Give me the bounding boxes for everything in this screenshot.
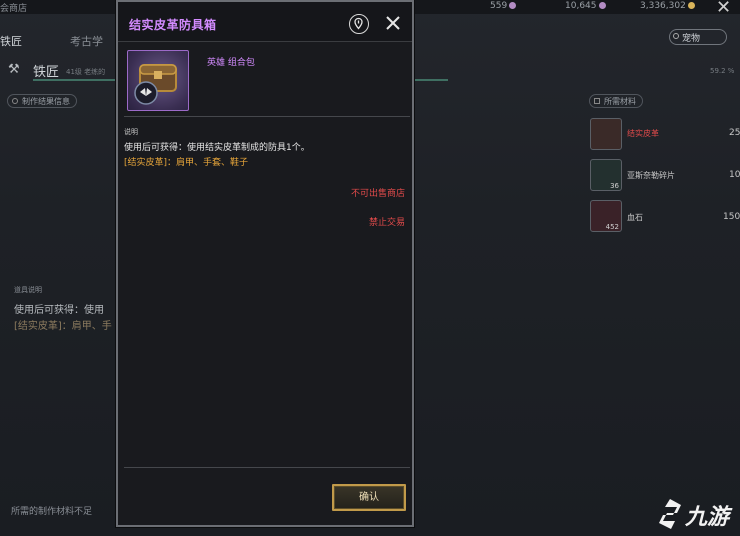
material-name-bloodstone: 血石 bbox=[627, 213, 643, 222]
item-tooltip-dialog: 结实皮革防具箱 英雄 组合包 说明 使用后可获得：使用结实皮革制成的防具1个。 … bbox=[116, 0, 414, 527]
close-icon[interactable] bbox=[384, 14, 402, 32]
no-sell-note: 不可出售商店 bbox=[350, 189, 405, 199]
shop-label: 会商店 bbox=[0, 4, 28, 14]
currency-2: 10,645 bbox=[565, 1, 606, 11]
profession-level: 41级 老练的 bbox=[66, 68, 106, 76]
confirm-button[interactable]: 确认 bbox=[332, 484, 406, 511]
footer-divider bbox=[124, 467, 410, 468]
anvil-icon: ⚒ bbox=[8, 62, 20, 77]
watermark-text: 九游 bbox=[685, 505, 730, 530]
profession-progress-text: 59.2 % bbox=[710, 67, 735, 75]
item-title: 结实皮革防具箱 bbox=[129, 18, 217, 32]
material-name-leather: 结实皮革 bbox=[627, 129, 659, 138]
tab-blacksmith[interactable]: 铁匠 bbox=[0, 33, 22, 49]
material-count-shard: 10 bbox=[729, 170, 740, 180]
usage-heading: 道具说明 bbox=[14, 286, 42, 294]
description-heading: 说明 bbox=[124, 128, 138, 136]
bag-icon bbox=[594, 98, 600, 104]
no-trade-note: 禁止交易 bbox=[368, 218, 405, 228]
armor-box-icon bbox=[127, 50, 189, 111]
material-count-bloodstone: 150 bbox=[723, 212, 740, 222]
material-count-leather: 25 bbox=[729, 128, 740, 138]
material-name-shard: 亚斯奈勒碎片 bbox=[627, 171, 675, 180]
usage-line-1: 使用后可获得：使用 bbox=[14, 305, 104, 316]
dialog-header: 结实皮革防具箱 bbox=[118, 2, 412, 42]
site-watermark: 九游 bbox=[655, 497, 735, 533]
usage-line-2: [结实皮革]：肩甲、手 bbox=[14, 321, 112, 332]
watermark-logo-icon bbox=[659, 499, 681, 529]
description-line-2: [结实皮革]：肩甲、手套、鞋子 bbox=[124, 158, 249, 168]
pet-button[interactable]: 宠物 bbox=[669, 29, 727, 45]
material-slot-bloodstone[interactable]: 452 bbox=[590, 200, 622, 232]
tab-archaeology[interactable]: 考古学 bbox=[70, 33, 103, 49]
info-icon bbox=[12, 98, 18, 104]
item-grade: 英雄 组合包 bbox=[207, 58, 255, 68]
description-line-1: 使用后可获得：使用结实皮革制成的防具1个。 bbox=[124, 143, 310, 153]
divider bbox=[124, 116, 410, 117]
currency-3: 3,336,302 bbox=[640, 1, 695, 11]
insufficient-materials-text: 所需的制作材料不足 bbox=[11, 507, 93, 517]
paw-icon bbox=[673, 33, 679, 39]
material-slot-shard[interactable]: 36 bbox=[590, 159, 622, 191]
currency-1: 559 bbox=[490, 1, 517, 11]
location-pin-icon[interactable] bbox=[349, 14, 369, 34]
material-slot-leather[interactable] bbox=[590, 118, 622, 150]
background-close-icon[interactable]: ✕ bbox=[716, 0, 731, 18]
make-info-pill[interactable]: 制作结果信息 bbox=[7, 94, 77, 108]
materials-pill: 所需材料 bbox=[589, 94, 643, 108]
profession-name: 铁匠 bbox=[33, 65, 60, 80]
